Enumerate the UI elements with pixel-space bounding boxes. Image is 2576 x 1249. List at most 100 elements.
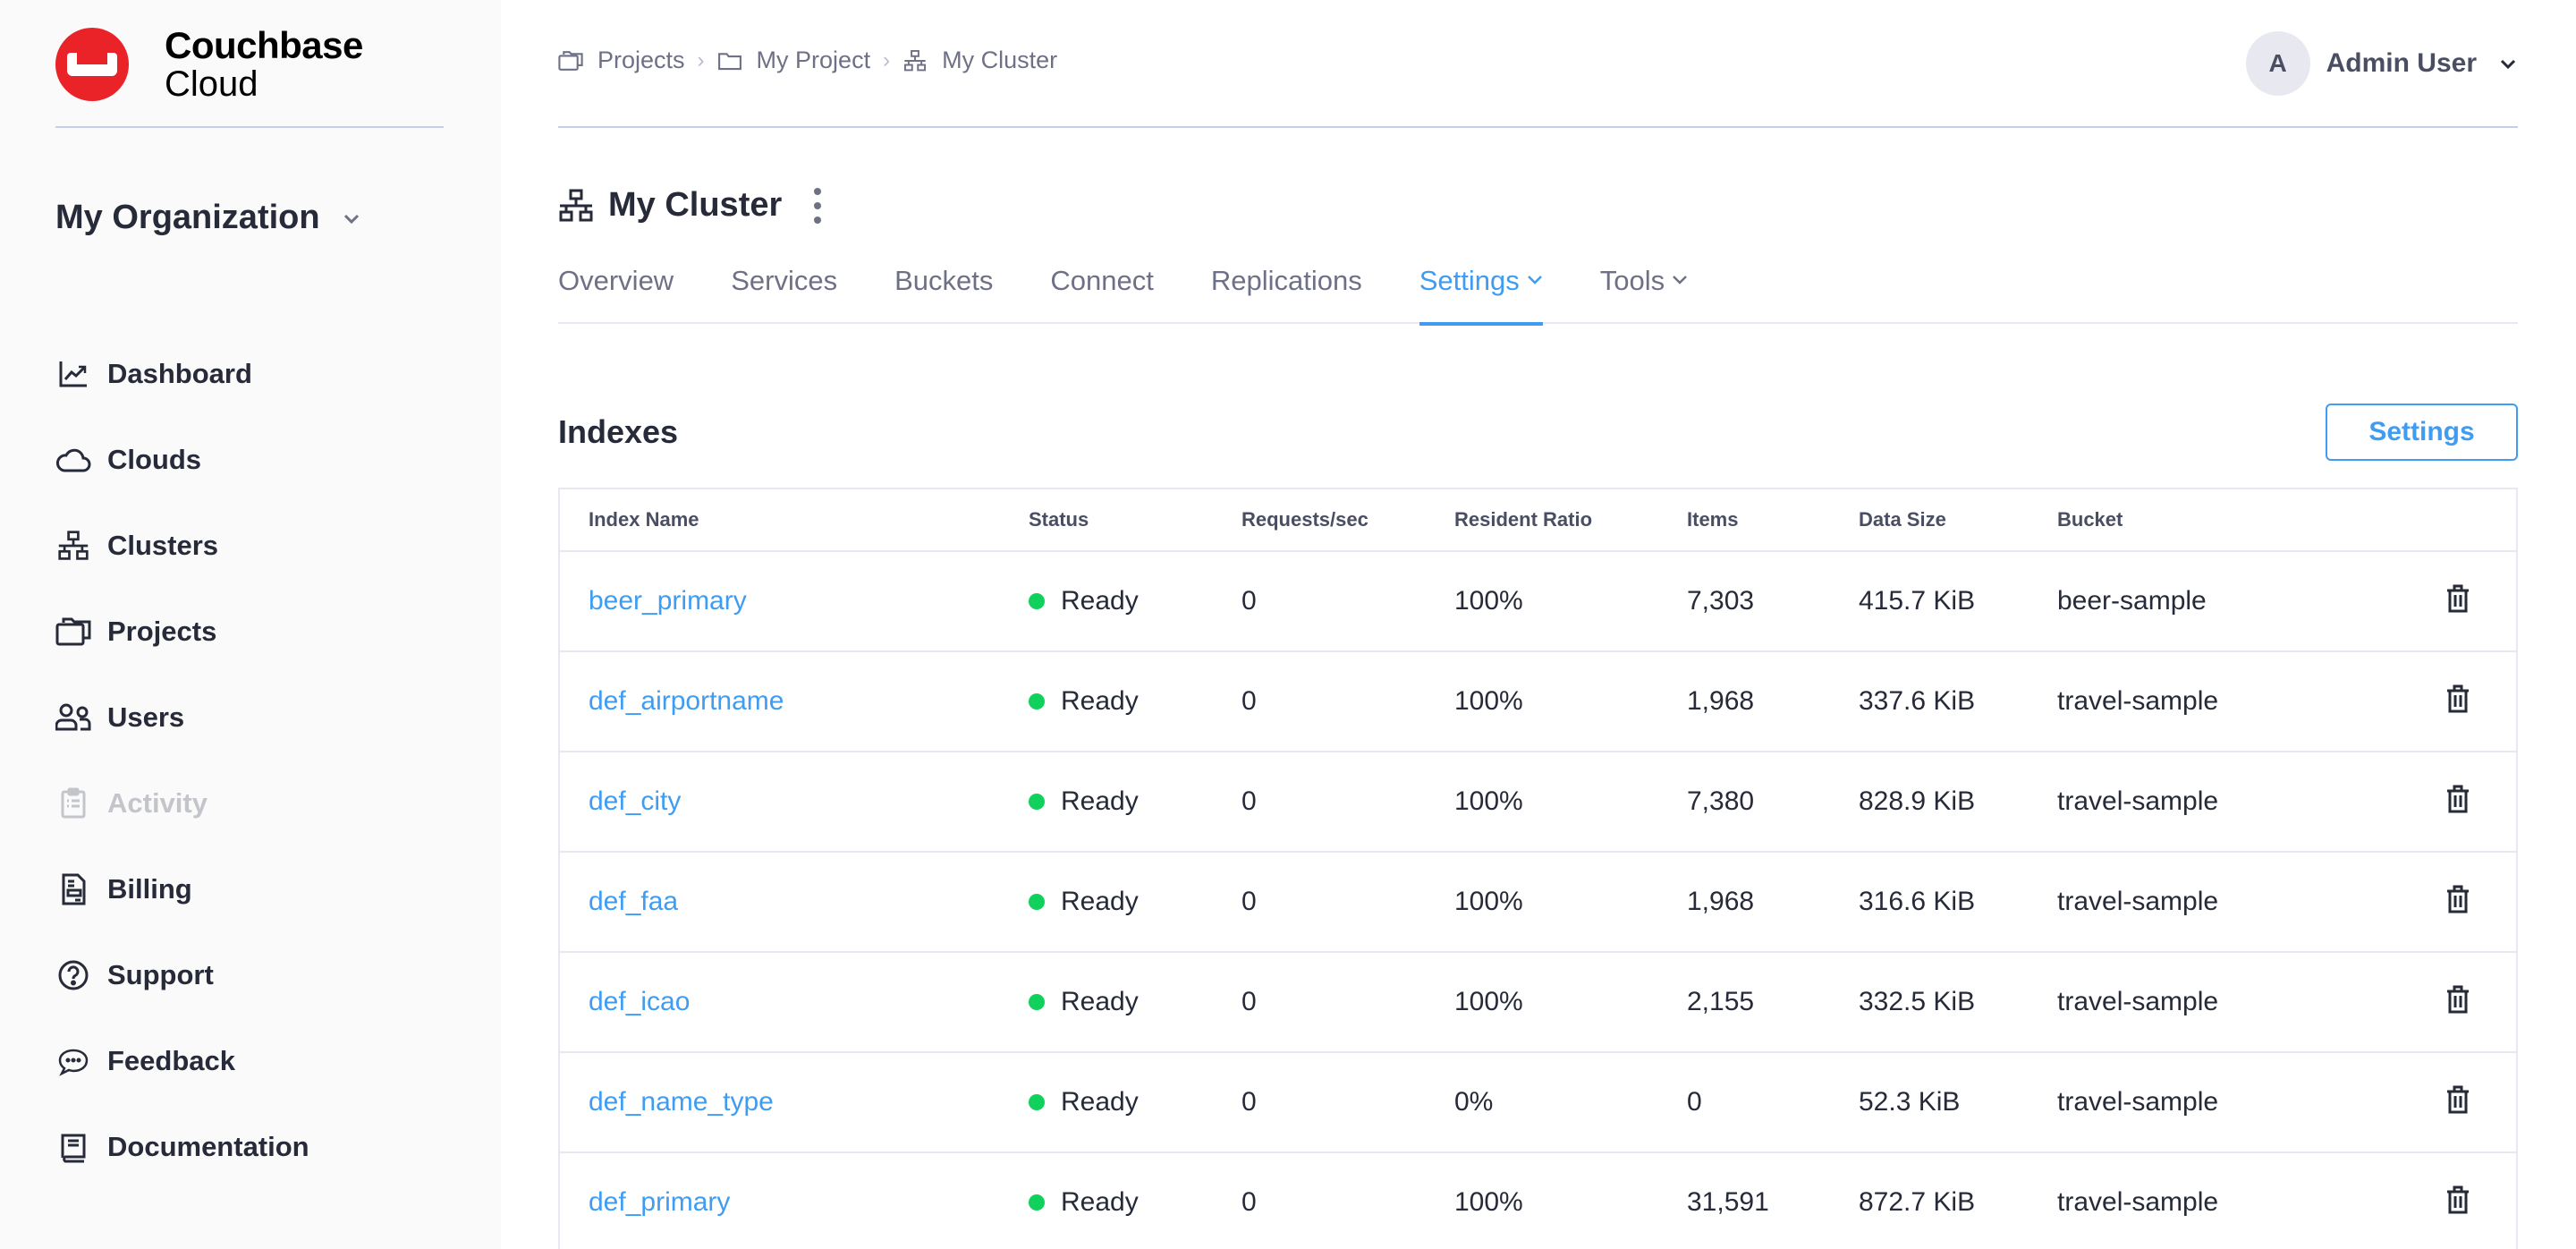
sidebar-item-label: Feedback [107,1045,236,1076]
index-name-link[interactable]: def_faa [589,887,678,917]
sidebar-item-users[interactable]: Users [55,675,309,760]
sidebar-item-clouds[interactable]: Clouds [55,417,309,503]
sidebar-item-label: Clouds [107,444,202,475]
requests-per-sec: 0 [1241,987,1257,1016]
cluster-tabs: Overview Services Buckets Connect Replicatio… [558,259,2518,326]
indexes-table: Index Name Status Requests/sec Resident Rat… [558,488,2518,1249]
bucket-name: beer-sample [2057,586,2207,616]
requests-per-sec: 0 [1241,1087,1257,1117]
bucket-name: travel-sample [2057,686,2219,716]
status-ready-dot-icon [1029,894,1045,910]
column-header[interactable]: Items [1687,508,1738,531]
tab-buckets[interactable]: Buckets [894,259,993,324]
page-title: My Cluster [608,186,783,224]
table-row: def_airportname Ready 0 100% 1,968 337.6 KiB t… [560,652,2516,752]
bucket-name: travel-sample [2057,887,2219,916]
delete-index-button[interactable] [2445,985,2470,1015]
status-ready-dot-icon [1029,693,1045,709]
user-menu[interactable]: A Admin User [2245,31,2518,96]
tab-settings[interactable]: Settings [1419,259,1543,326]
items-count: 2,155 [1687,987,1755,1016]
data-size: 332.5 KiB [1859,987,1976,1016]
breadcrumb-label: Projects [597,47,685,73]
column-header[interactable]: Requests/sec [1241,508,1368,531]
index-settings-button[interactable]: Settings [2326,404,2518,461]
status: Ready [1029,586,1139,616]
avatar: A [2245,31,2310,96]
sidebar-item-activity: Activity [55,760,309,846]
delete-index-button[interactable] [2445,1085,2470,1115]
help-circle-icon [55,957,91,993]
chevron-right-icon: › [697,47,705,72]
table-row: def_city Ready 0 100% 7,380 828.9 KiB travel-s… [560,752,2516,853]
bucket-name: travel-sample [2057,1087,2219,1117]
requests-per-sec: 0 [1241,887,1257,916]
tab-replications[interactable]: Replications [1211,259,1362,324]
index-name-link[interactable]: def_primary [589,1187,730,1218]
trash-icon [2447,985,2469,1014]
chevron-down-icon [1673,276,1687,285]
book-icon [55,1129,91,1165]
breadcrumb-item[interactable]: Projects [558,47,685,74]
folders-icon [55,614,91,650]
breadcrumb-item[interactable]: My Cluster [902,47,1057,74]
resident-ratio: 100% [1454,1187,1523,1217]
tab-connect[interactable]: Connect [1050,259,1153,324]
cluster-header: My Cluster [558,186,823,225]
index-name-link[interactable]: def_name_type [589,1087,774,1117]
sidebar-item-dashboard[interactable]: Dashboard [55,331,309,417]
index-name-link[interactable]: def_icao [589,987,690,1017]
delete-index-button[interactable] [2445,785,2470,814]
table-header: Index Name Status Requests/sec Resident Rat… [560,489,2516,552]
brand-logo[interactable]: Couchbase Cloud [55,27,363,102]
index-name-link[interactable]: def_airportname [589,686,784,717]
column-header[interactable]: Bucket [2057,508,2123,531]
cluster-icon [559,189,593,221]
column-header[interactable]: Data Size [1859,508,1946,531]
cluster-icon [902,49,935,72]
status: Ready [1029,1187,1139,1218]
tab-services[interactable]: Services [731,259,837,324]
items-count: 1,968 [1687,887,1755,916]
user-name: Admin User [2326,48,2477,78]
status-text: Ready [1061,1187,1139,1217]
column-header[interactable]: Index Name [589,508,699,531]
resident-ratio: 100% [1454,686,1523,716]
brand-product: Cloud [165,64,258,104]
column-header[interactable]: Resident Ratio [1454,508,1592,531]
sidebar-item-label: Activity [107,787,208,819]
sidebar-item-label: Support [107,959,214,990]
resident-ratio: 100% [1454,786,1523,816]
delete-index-button[interactable] [2445,885,2470,914]
sidebar-item-documentation[interactable]: Documentation [55,1104,309,1190]
organization-selector[interactable]: My Organization [55,199,361,237]
sidebar-divider [55,126,444,128]
sidebar-item-projects[interactable]: Projects [55,589,309,675]
index-name-link[interactable]: def_city [589,786,681,817]
sidebar-item-billing[interactable]: Billing [55,846,309,932]
delete-index-button[interactable] [2445,684,2470,714]
delete-index-button[interactable] [2445,584,2470,614]
chevron-down-icon [2500,59,2516,70]
table-row: beer_primary Ready 0 100% 7,303 415.7 KiB beer… [560,552,2516,652]
breadcrumb-item[interactable]: My Project [717,47,870,74]
sidebar-item-clusters[interactable]: Clusters [55,503,309,589]
tab-overview[interactable]: Overview [558,259,674,324]
topbar: Projects › My Project › My Cluster A Admin U… [558,0,2518,128]
delete-index-button[interactable] [2445,1185,2470,1215]
trash-icon [2447,785,2469,813]
more-options-button[interactable] [812,187,823,224]
sidebar-item-feedback[interactable]: Feedback [55,1018,309,1104]
column-header[interactable]: Status [1029,508,1089,531]
sidebar-item-label: Billing [107,873,192,905]
breadcrumb-label: My Cluster [942,47,1058,73]
status-text: Ready [1061,1087,1139,1117]
couchbase-logo-icon [55,28,129,101]
tab-label: Overview [558,265,674,296]
index-name-link[interactable]: beer_primary [589,586,747,616]
tab-label: Connect [1050,265,1154,296]
tab-tools[interactable]: Tools [1600,259,1688,324]
trash-icon [2447,1085,2469,1114]
chat-bubble-icon [55,1043,91,1079]
sidebar-item-support[interactable]: Support [55,932,309,1018]
